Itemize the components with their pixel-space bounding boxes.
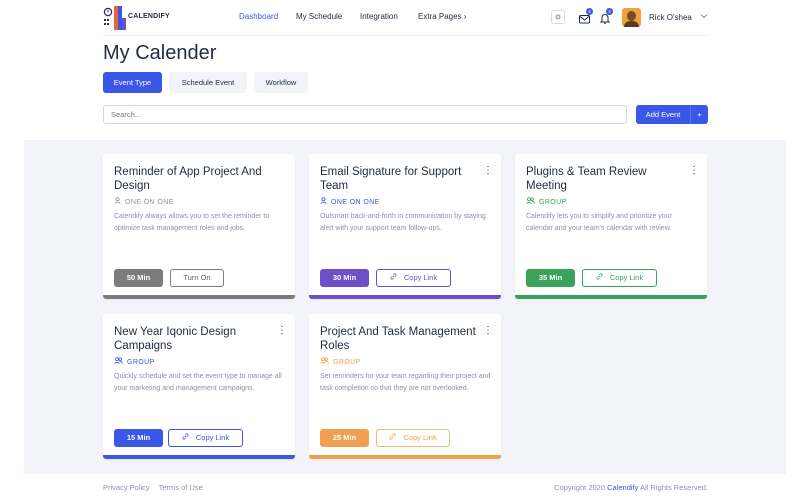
event-kind: GROUP <box>526 197 567 206</box>
turn-on-button[interactable]: Turn On <box>170 269 224 287</box>
copy-link-button[interactable]: Copy Link <box>168 429 243 447</box>
copyright: Copyright 2020 Calendify All Rights Rese… <box>554 483 708 492</box>
event-kind-label: GROUP <box>539 199 567 206</box>
header-divider <box>103 35 708 36</box>
search-input[interactable] <box>103 105 627 124</box>
link-icon <box>390 273 397 282</box>
event-kind-label: GROUP <box>127 359 155 366</box>
users-icon <box>320 357 329 366</box>
nav-dashboard[interactable]: Dashboard <box>239 12 278 21</box>
logo-icon[interactable] <box>103 6 127 30</box>
add-event-plus-icon[interactable]: + <box>690 105 708 124</box>
settings-icon[interactable] <box>551 10 565 24</box>
event-kind: ONE ON ONE <box>320 197 380 206</box>
card-color-stripe <box>515 295 707 299</box>
link-icon <box>596 273 603 282</box>
card-color-stripe <box>103 295 295 299</box>
copyright-prefix: Copyright 2020 <box>554 483 605 492</box>
event-card: Email Signature for Support Team ⋮ ONE O… <box>309 154 501 299</box>
event-card-title: Plugins & Team Review Meeting <box>526 166 647 192</box>
add-event-label: Add Event <box>645 110 681 119</box>
top-bar: CALENDIFY Dashboard My Schedule Integrat… <box>0 0 810 36</box>
add-event-button[interactable]: Add Event + <box>636 105 708 124</box>
link-icon <box>182 433 189 442</box>
user-icon <box>320 197 327 206</box>
copyright-brand-link[interactable]: Calendify <box>607 483 638 492</box>
more-options-icon[interactable]: ⋮ <box>689 166 699 176</box>
chevron-down-icon[interactable] <box>700 13 708 21</box>
footer-links: Privacy Policy Terms of Use <box>103 483 210 492</box>
users-icon <box>114 357 123 366</box>
nav-extra-pages[interactable]: Extra Pages › <box>418 12 466 21</box>
bell-badge: 4 <box>606 8 613 15</box>
card-color-stripe <box>309 455 501 459</box>
event-description: Quickly schedule and set the event type … <box>114 373 282 392</box>
event-card: Reminder of App Project And Design ONE O… <box>103 154 295 299</box>
event-kind-label: GROUP <box>333 359 361 366</box>
copy-link-label: Copy Link <box>195 433 230 442</box>
copy-link-button[interactable]: Copy Link <box>582 269 657 287</box>
event-description: Calendify always allows you to set the r… <box>114 213 270 232</box>
duration-badge[interactable]: 15 Min <box>114 429 163 447</box>
duration-badge[interactable]: 35 Min <box>526 269 575 287</box>
nav-integration[interactable]: Integration <box>360 12 398 21</box>
copy-link-button[interactable]: Copy Link <box>376 269 451 287</box>
copy-link-label: Copy Link <box>609 273 644 282</box>
mail-badge: 4 <box>586 8 593 15</box>
brand-name: CALENDIFY <box>128 13 170 20</box>
more-options-icon[interactable]: ⋮ <box>483 326 493 336</box>
event-description: Calendify lets you to simplify and prior… <box>526 213 672 232</box>
event-card: Plugins & Team Review Meeting ⋮ GROUP Ca… <box>515 154 707 299</box>
event-kind-label: ONE ON ONE <box>125 199 174 206</box>
more-options-icon[interactable]: ⋮ <box>483 166 493 176</box>
duration-badge[interactable]: 25 Min <box>320 429 369 447</box>
card-color-stripe <box>309 295 501 299</box>
event-description: Outsmart back-and-forth in communication… <box>320 213 486 232</box>
copy-link-label: Copy Link <box>403 433 437 442</box>
page-title: My Calender <box>103 42 217 64</box>
duration-badge[interactable]: 50 Min <box>114 269 163 287</box>
event-kind: GROUP <box>114 357 155 366</box>
card-color-stripe <box>103 455 295 459</box>
event-card-title: Reminder of App Project And Design <box>114 166 262 192</box>
more-options-icon[interactable]: ⋮ <box>277 326 287 336</box>
tab-schedule-event[interactable]: Schedule Event <box>169 72 247 93</box>
privacy-policy-link[interactable]: Privacy Policy <box>103 483 150 492</box>
copy-link-label: Copy Link <box>403 273 438 282</box>
user-icon <box>114 197 121 206</box>
avatar[interactable] <box>622 8 641 27</box>
tab-workflow[interactable]: Workflow <box>254 72 308 93</box>
user-name[interactable]: Rick O'shea <box>649 13 692 22</box>
users-icon <box>526 197 535 206</box>
event-description: Set reminders for your team regarding th… <box>320 373 491 392</box>
nav-my-schedule[interactable]: My Schedule <box>296 12 342 21</box>
link-icon <box>389 433 396 442</box>
tab-event-type[interactable]: Event Type <box>103 72 162 93</box>
event-card: New Year Iqonic Design Campaigns ⋮ GROUP… <box>103 314 295 459</box>
copyright-suffix: All Rights Reserved. <box>640 483 708 492</box>
duration-badge[interactable]: 30 Min <box>320 269 369 287</box>
event-card-title: Email Signature for Support Team <box>320 166 462 192</box>
event-card-title: Project And Task Management Roles <box>320 326 476 352</box>
copy-link-button[interactable]: Copy Link <box>376 429 450 447</box>
event-kind: ONE ON ONE <box>114 197 174 206</box>
event-card: Project And Task Management Roles ⋮ GROU… <box>309 314 501 459</box>
event-kind: GROUP <box>320 357 361 366</box>
terms-of-use-link[interactable]: Terms of Use <box>159 483 203 492</box>
event-card-title: New Year Iqonic Design Campaigns <box>114 326 237 352</box>
event-kind-label: ONE ON ONE <box>331 199 380 206</box>
